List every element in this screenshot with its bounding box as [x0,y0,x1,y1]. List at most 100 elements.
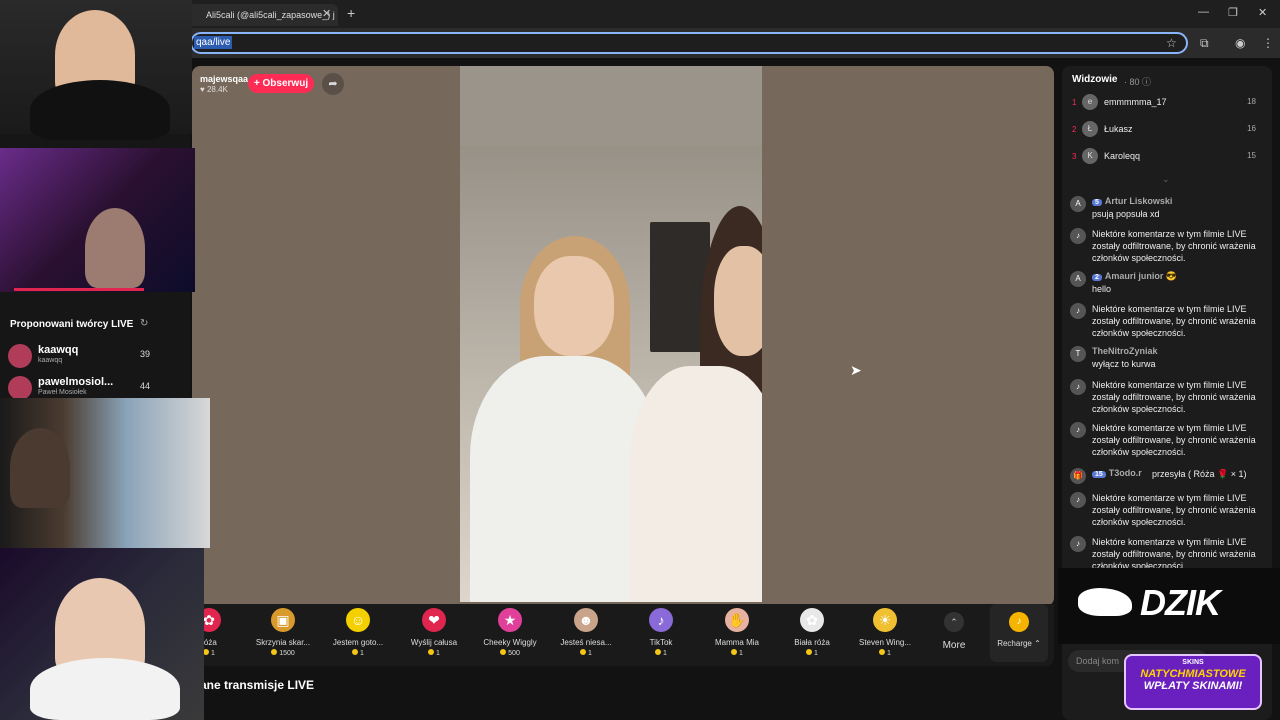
more-label: More [942,640,966,651]
gift-name: Skrzynia skar... [255,638,311,647]
gift-price: 1 [777,649,847,657]
recharge-button[interactable]: ♪ Recharge ⌃ [990,604,1048,662]
gift-icon: ❤ [422,608,446,632]
browser-menu-icon[interactable]: ⋮ [1262,36,1274,50]
profile-icon[interactable]: ◉ [1235,36,1245,50]
suggested-creator[interactable]: kaawqq kaawqq 39 [8,344,154,370]
avatar: ♪ [1070,303,1086,319]
viewer-score: 15 [1247,151,1256,160]
live-video[interactable] [460,66,762,602]
gift-price: 1 [399,649,469,657]
avatar: A [1070,196,1086,212]
gift-price-value: 1 [436,650,440,657]
avatar [8,376,32,400]
chevron-down-icon[interactable]: ⌄ [1162,174,1170,185]
share-icon[interactable]: ➦ [322,73,344,95]
viewer-name: emmmmma_17 [1104,97,1167,107]
gift-item[interactable]: ♪ TikTok 1 [626,608,696,662]
chat-text: psują popsuła xd [1092,209,1160,219]
gift-price: 1500 [248,649,318,657]
avatar: ♪ [1070,379,1086,395]
chat-username[interactable]: 15 T3odo.r [1092,468,1142,478]
chat-text: wyłącz to kurwa [1092,359,1156,369]
webcam-fourth [0,548,204,720]
chat-username[interactable]: TheNitroZyniak [1092,346,1158,356]
person-left-face [534,256,614,356]
gift-icon: ☺ [346,608,370,632]
gift-item[interactable]: ✋ Mamma Mia 1 [702,608,772,662]
viewer-row[interactable]: 3 K Karoleqq 15 [1070,148,1264,168]
person-right-face [714,246,762,356]
person-right-body [630,366,762,602]
skins-promo-banner[interactable]: SKINS NATYCHMIASTOWE WPŁATY SKINAMI! [1124,654,1262,710]
creator-name: kaawqq [38,344,79,356]
gift-price: 1 [702,649,772,657]
url-input[interactable] [190,32,1188,54]
tab-close-icon[interactable]: ✕ [322,7,331,20]
follow-button[interactable]: + Obserwuj [248,74,314,93]
coin-icon [500,649,507,655]
gift-price: 1 [626,649,696,657]
url-text: qaa/live [194,36,233,49]
gift-item[interactable]: ✿ Biała róża 1 [777,608,847,662]
gift-price-value: 1500 [279,650,295,657]
new-tab-icon[interactable]: + [347,5,355,21]
gift-item[interactable]: ☺ Jestem goto... 1 [323,608,393,662]
gift-icon: ☻ [574,608,598,632]
viewer-row[interactable]: 1 e emmmmma_17 18 [1070,94,1264,114]
window-close-icon[interactable]: ✕ [1258,6,1267,19]
gift-item[interactable]: ❤ Wyślij całusa 1 [399,608,469,662]
coin-icon [428,649,435,655]
gift-price-value: 1 [588,650,592,657]
chat-text: Niektóre komentarze w tym filmie LIVE zo… [1092,537,1256,571]
chat-text: hello [1092,284,1112,294]
level-badge: 15 [1092,471,1106,478]
gift-item[interactable]: ▣ Skrzynia skar... 1500 [248,608,318,662]
viewers-title: Widzowie [1072,74,1118,85]
maximize-icon[interactable]: ❐ [1228,6,1238,19]
gift-price: 1 [323,649,393,657]
refresh-icon[interactable]: ↻ [140,318,148,329]
gift-name: TikTok [649,638,673,647]
gift-item[interactable]: ☻ Jesteś niesa... 1 [551,608,621,662]
webcam-third [0,398,210,548]
chat-username[interactable]: 5 Artur Liskowski [1092,196,1172,206]
promo-line2: WPŁATY SKINAMI! [1143,680,1243,692]
chat-text: Niektóre komentarze w tym filmie LIVE zo… [1092,423,1256,457]
gift-name: Steven Wing... [858,638,912,647]
gift-item[interactable]: ☀ Steven Wing... 1 [850,608,920,662]
promo-brand: SKINS [1182,659,1204,666]
recharge-label: Recharge ⌃ [997,639,1041,648]
avatar: T [1070,346,1086,362]
webcam-fourth-shirt [30,658,180,720]
host-name[interactable]: majewsqaa [200,74,248,84]
coin-icon [271,649,278,655]
gift-price-value: 1 [887,650,891,657]
bookmark-star-icon[interactable]: ☆ [1166,36,1177,50]
more-gifts-button[interactable]: ⌃ More [938,612,970,651]
avatar: K [1082,148,1098,164]
viewer-score: 18 [1247,97,1256,106]
viewer-row[interactable]: 2 Ł Łukasz 16 [1070,121,1264,141]
minimize-icon[interactable]: — [1198,6,1209,18]
chat-text: Niektóre komentarze w tym filmie LIVE zo… [1092,304,1256,338]
avatar: ♪ [1070,422,1086,438]
chat-text: Niektóre komentarze w tym filmie LIVE zo… [1092,493,1256,527]
gift-icon: ★ [498,608,522,632]
chat-text: przesyła ( Róża 🌹 × 1) [1152,469,1247,479]
gift-icon: ♪ [649,608,673,632]
avatar: e [1082,94,1098,110]
webcam-second-person [85,208,145,288]
gift-item[interactable]: ★ Cheeky Wiggly 500 [475,608,545,662]
gift-price-value: 500 [508,650,520,657]
gift-price-value: 1 [814,650,818,657]
coin-icon [879,649,886,655]
gift-icon: ✋ [725,608,749,632]
browser-tab[interactable]: Ali5cali (@ali5cali_zapasowe_) j [188,4,338,26]
webcam-second [0,148,195,292]
avatar: 🎁 [1070,468,1086,484]
extensions-icon[interactable]: ⧉ [1200,36,1209,51]
chat-username[interactable]: 2 Amauri junior 😎 [1092,271,1177,282]
coin-icon [731,649,738,655]
avatar: ♪ [1070,536,1086,552]
